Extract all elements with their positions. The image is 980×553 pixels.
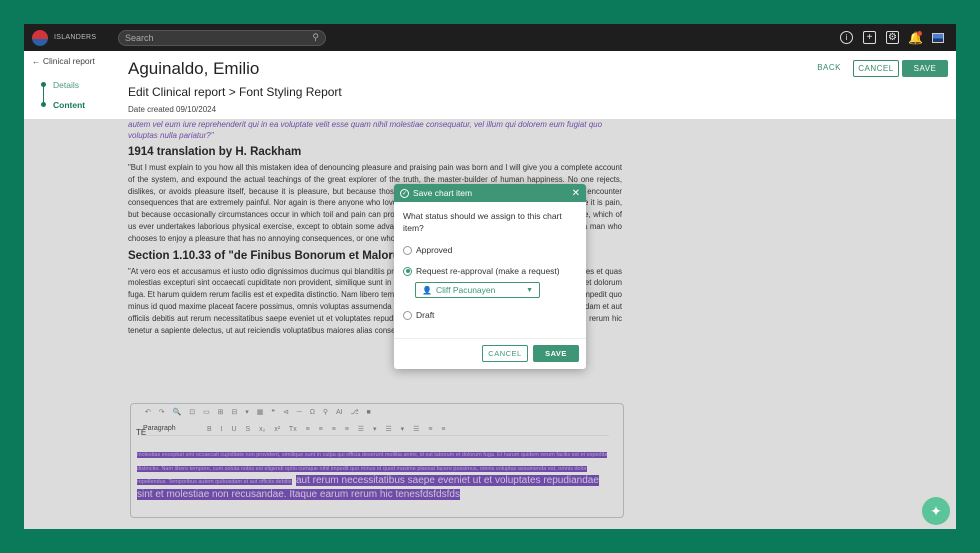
option-request-reapproval-label: Request re-approval (make a request) [416, 266, 560, 276]
dialog-cancel-button[interactable]: CANCEL [482, 345, 528, 362]
patient-name: Aguinaldo, Emilio [128, 59, 260, 78]
radio-draft[interactable] [403, 310, 412, 320]
page-header: Aguinaldo, Emilio Edit Clinical report >… [128, 51, 956, 119]
save-button[interactable]: SAVE [902, 60, 948, 77]
language-flag-icon[interactable] [932, 32, 944, 43]
nav-dot-details [41, 82, 46, 87]
back-button[interactable]: BACK [817, 63, 841, 72]
brand-logo[interactable]: ISLANDERS [32, 29, 118, 46]
option-approved-label: Approved [416, 245, 453, 255]
notification-bell-icon[interactable]: 🔔 [908, 31, 923, 44]
date-created: Date created 09/10/2024 [128, 105, 217, 114]
radio-approved[interactable] [403, 245, 412, 255]
search-input[interactable] [125, 32, 313, 43]
dialog-question: What status should we assign to this cha… [403, 211, 562, 233]
cancel-button[interactable]: CANCEL [853, 60, 899, 77]
app-window: ISLANDERS ⚲ i + ⚙ 🔔 ← Clinical report De… [24, 24, 956, 529]
search-box[interactable]: ⚲ [118, 29, 326, 46]
info-icon[interactable]: i [840, 31, 853, 44]
chevron-down-icon: ▼ [526, 286, 533, 294]
option-draft-label: Draft [416, 310, 435, 320]
top-icons: i + ⚙ 🔔 [840, 31, 944, 44]
nav-item-content[interactable]: Content [53, 100, 85, 110]
person-icon: 👤 [422, 285, 432, 295]
dialog-divider [394, 338, 586, 339]
dialog-save-button[interactable]: SAVE [533, 345, 579, 362]
dialog-title: Save chart item [413, 188, 473, 198]
assistant-fab-icon[interactable]: ✦ [922, 497, 950, 525]
dialog-header: ✓ Save chart item ✕ [394, 184, 586, 202]
assignee-name: Cliff Pacunayen [435, 285, 496, 295]
option-draft[interactable]: Draft [403, 310, 434, 320]
add-icon[interactable]: + [863, 31, 876, 44]
option-request-reapproval[interactable]: Request re-approval (make a request) [403, 266, 560, 276]
nav-item-details[interactable]: Details [53, 80, 79, 90]
nav-progress-track [43, 84, 44, 104]
search-icon[interactable]: ⚲ [312, 32, 319, 43]
nav-back-label: Clinical report [42, 56, 95, 66]
save-chart-item-dialog: ✓ Save chart item ✕ What status should w… [394, 184, 586, 369]
breadcrumb: Edit Clinical report > Font Styling Repo… [128, 85, 342, 99]
assignee-select[interactable]: 👤 Cliff Pacunayen ▼ [415, 282, 540, 298]
check-circle-icon: ✓ [400, 188, 409, 198]
option-approved[interactable]: Approved [403, 245, 452, 255]
radio-request-reapproval[interactable] [403, 266, 412, 276]
nav-dot-content [41, 102, 46, 107]
logo-icon [32, 29, 48, 46]
back-to-clinical-report[interactable]: ← Clinical report [32, 56, 95, 66]
close-icon[interactable]: ✕ [572, 188, 580, 199]
settings-icon[interactable]: ⚙ [886, 31, 899, 44]
top-bar: ISLANDERS ⚲ i + ⚙ 🔔 [24, 24, 956, 51]
brand-name: ISLANDERS [54, 34, 97, 41]
